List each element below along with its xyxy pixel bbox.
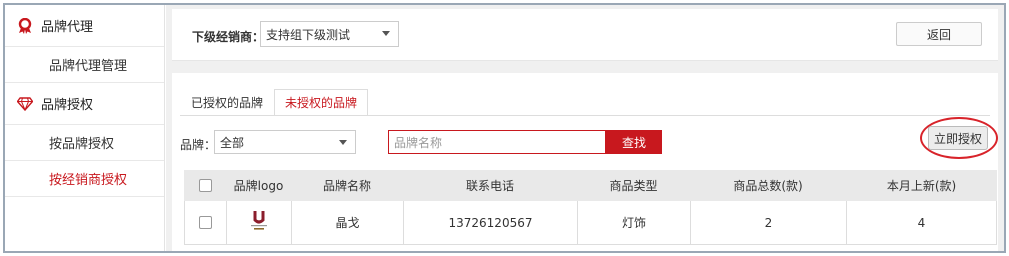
authorize-now-button[interactable]: 立即授权 bbox=[928, 126, 988, 150]
sidebar-section-brand-authorization[interactable]: 品牌授权 bbox=[5, 83, 164, 125]
brand-logo-cell bbox=[226, 201, 291, 244]
tab-authorized-brands[interactable]: 已授权的品牌 bbox=[180, 89, 274, 115]
sidebar-item-label: 按经销商授权 bbox=[49, 173, 128, 188]
tab-unauthorized-brands[interactable]: 未授权的品牌 bbox=[274, 89, 369, 115]
sidebar: 品牌代理 品牌代理管理 品牌授权 按品牌授权 按经销商授权 bbox=[5, 5, 165, 251]
select-all-cell bbox=[184, 170, 226, 201]
sidebar-item-by-brand[interactable]: 按品牌授权 bbox=[5, 125, 164, 161]
dealer-select-value: 支持组下级测试 bbox=[266, 27, 351, 42]
table-row: 晶戈 13726120567 灯饰 2 4 bbox=[184, 201, 997, 245]
row-checkbox[interactable] bbox=[199, 216, 212, 229]
brand-logo-icon bbox=[249, 210, 269, 235]
main-content: 下级经销商： 支持组下级测试 返回 已授权的品牌 未授权的品牌 品牌： 全部 品… bbox=[166, 5, 1004, 251]
table-header: 品牌logo 品牌名称 联系电话 商品类型 商品总数(款) 本月上新(款) bbox=[184, 170, 997, 201]
row-select-cell bbox=[184, 201, 226, 244]
dealer-label: 下级经销商： bbox=[192, 30, 265, 44]
column-header: 商品总数(款) bbox=[733, 179, 803, 193]
search-button[interactable]: 查找 bbox=[606, 130, 662, 154]
chevron-down-icon bbox=[339, 140, 347, 145]
sidebar-section-brand-agency[interactable]: 品牌代理 bbox=[5, 5, 164, 47]
phone-cell: 13726120567 bbox=[403, 201, 577, 244]
back-button[interactable]: 返回 bbox=[896, 22, 982, 46]
sidebar-item-brand-agency-management[interactable]: 品牌代理管理 bbox=[5, 47, 164, 83]
column-header: 商品类型 bbox=[609, 179, 658, 193]
new-this-month-cell: 4 bbox=[846, 201, 997, 244]
sidebar-item-label: 按品牌授权 bbox=[49, 137, 115, 152]
dealer-select[interactable]: 支持组下级测试 bbox=[260, 21, 399, 47]
app-window: 品牌代理 品牌代理管理 品牌授权 按品牌授权 按经销商授权 下级经销商： 支持组… bbox=[3, 3, 1006, 253]
brand-name-search-input[interactable]: 品牌名称 bbox=[388, 130, 606, 154]
brand-filter-select[interactable]: 全部 bbox=[214, 130, 356, 154]
total-products-cell: 2 bbox=[690, 201, 846, 244]
diamond-icon bbox=[17, 96, 33, 112]
sidebar-item-label: 品牌代理管理 bbox=[49, 59, 128, 74]
select-all-checkbox[interactable] bbox=[198, 179, 212, 192]
sidebar-section-title: 品牌授权 bbox=[41, 98, 94, 113]
column-header: 品牌logo bbox=[233, 179, 284, 193]
brand-filter-label: 品牌： bbox=[180, 138, 217, 152]
brand-panel: 已授权的品牌 未授权的品牌 品牌： 全部 品牌名称 查找 立即授权 品牌logo… bbox=[172, 73, 998, 251]
brand-tabs: 已授权的品牌 未授权的品牌 bbox=[180, 89, 369, 115]
sidebar-section-title: 品牌代理 bbox=[41, 20, 94, 35]
column-header: 本月上新(款) bbox=[886, 179, 957, 193]
column-header: 联系电话 bbox=[465, 179, 514, 193]
brand-table: 品牌logo 品牌名称 联系电话 商品类型 商品总数(款) 本月上新(款) 晶戈… bbox=[184, 170, 997, 245]
column-header: 品牌名称 bbox=[322, 179, 371, 193]
chevron-down-icon bbox=[382, 31, 390, 36]
brand-name-cell: 晶戈 bbox=[291, 201, 403, 244]
dealer-bar: 下级经销商： 支持组下级测试 返回 bbox=[172, 9, 998, 61]
tab-divider bbox=[180, 115, 990, 116]
brand-filter-value: 全部 bbox=[220, 135, 245, 150]
award-ribbon-icon bbox=[17, 17, 33, 34]
category-cell: 灯饰 bbox=[577, 201, 690, 244]
sidebar-item-by-dealer[interactable]: 按经销商授权 bbox=[5, 161, 164, 197]
